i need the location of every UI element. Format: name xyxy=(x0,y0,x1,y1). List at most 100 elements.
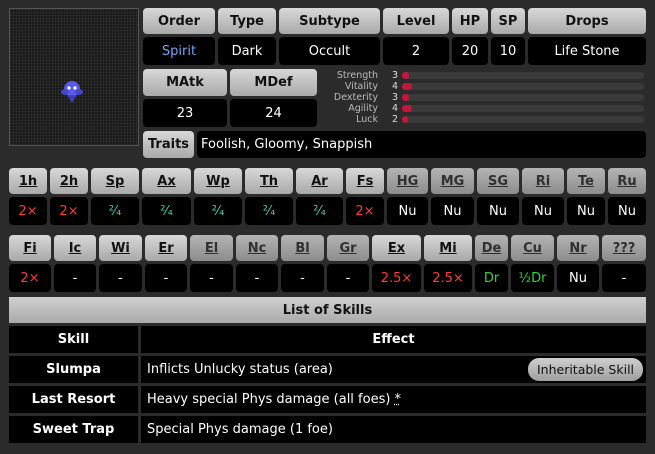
affinity-value-er: - xyxy=(145,264,187,292)
inheritable-skill-badge[interactable]: Inheritable Skill xyxy=(528,358,643,381)
stat-row-agility: Agility 4 xyxy=(322,103,646,114)
affinity-value-th: ²⁄₄ xyxy=(245,197,293,225)
matk-value: 23 xyxy=(143,99,227,127)
affinity-key-ax[interactable]: Ax xyxy=(142,168,191,194)
stat-bar-fill xyxy=(402,105,412,112)
affinity-key-wp[interactable]: Wp xyxy=(194,168,242,194)
affinity-key-fs[interactable]: Fs xyxy=(346,168,384,194)
stat-row-vitality: Vitality 4 xyxy=(322,81,646,92)
affinity-key-fi[interactable]: Fi xyxy=(9,235,51,261)
drops-value: Life Stone xyxy=(528,37,646,65)
drops-header: Drops xyxy=(528,8,646,34)
stat-value: 3 xyxy=(392,92,399,103)
demon-portrait xyxy=(9,8,139,146)
skill-name-slumpa: Slumpa xyxy=(9,356,138,383)
affinity-value-nr: Nu xyxy=(557,264,599,292)
skill-name-sweet-trap: Sweet Trap xyxy=(9,416,138,443)
affinity-value-bl: - xyxy=(281,264,324,292)
affinity-key-mg[interactable]: MG xyxy=(431,168,474,194)
affinity-key-hg[interactable]: HG xyxy=(387,168,428,194)
affinity-key-2h[interactable]: 2h xyxy=(50,168,88,194)
affinity-key-te[interactable]: Te xyxy=(567,168,605,194)
affinity-key-nc[interactable]: Nc xyxy=(236,235,278,261)
subtype-header: Subtype xyxy=(279,8,380,34)
affinity-value-ar: ²⁄₄ xyxy=(296,197,343,225)
skill-effect-text: Inflicts Unlucky status (area) xyxy=(147,362,333,377)
stat-bar xyxy=(402,83,644,90)
affinity-value-2h: 2× xyxy=(50,197,88,225)
stat-bar-fill xyxy=(402,94,410,101)
skill-note-marker[interactable]: * xyxy=(394,392,401,407)
affinity-value-ic: - xyxy=(54,264,96,292)
affinity-key-de[interactable]: De xyxy=(475,235,508,261)
affinity-value-wi: - xyxy=(99,264,142,292)
affinity-value-wp: ²⁄₄ xyxy=(194,197,242,225)
affinity-key-mi[interactable]: Mi xyxy=(424,235,472,261)
affinity-key-qqq[interactable]: ??? xyxy=(602,235,646,261)
affinity-value-ru: Nu xyxy=(608,197,646,225)
stat-bar-fill xyxy=(402,72,410,79)
affinity-value-mg: Nu xyxy=(431,197,474,225)
affinity-value-qqq: - xyxy=(602,264,646,292)
skill-effect-text: Heavy special Phys damage (all foes) xyxy=(147,392,391,407)
affinity-value-mi: 2.5× xyxy=(424,264,472,292)
stat-row-dexterity: Dexterity 3 xyxy=(322,92,646,103)
effect-column-header: Effect xyxy=(141,326,646,353)
type-value: Dark xyxy=(218,37,276,65)
stat-name: Luck xyxy=(356,114,378,125)
affinity-value-el: - xyxy=(190,264,233,292)
affinity-key-cu[interactable]: Cu xyxy=(511,235,554,261)
stat-value: 2 xyxy=(392,114,399,125)
affinity-key-ic[interactable]: Ic xyxy=(54,235,96,261)
affinity-key-er[interactable]: Er xyxy=(145,235,187,261)
affinity-key-ru[interactable]: Ru xyxy=(608,168,646,194)
affinity-key-ri[interactable]: Ri xyxy=(522,168,564,194)
affinity-value-de: Dr xyxy=(475,264,508,292)
stat-bar-fill xyxy=(402,116,408,123)
affinity-key-wi[interactable]: Wi xyxy=(99,235,142,261)
skills-title: List of Skills xyxy=(9,297,646,323)
stat-bars: Strength 3 Vitality 4 Dexterity 3 Agility 4 Luck… xyxy=(322,70,646,126)
mdef-header: MDef xyxy=(230,69,317,96)
stat-row-luck: Luck 2 xyxy=(322,114,646,125)
affinity-key-sp[interactable]: Sp xyxy=(91,168,139,194)
stat-value: 3 xyxy=(392,70,399,81)
affinity-value-ri: Nu xyxy=(522,197,564,225)
stat-bar-fill xyxy=(402,83,412,90)
affinity-value-cu: ½Dr xyxy=(511,264,554,292)
affinity-value-te: Nu xyxy=(567,197,605,225)
skill-column-header: Skill xyxy=(9,326,138,353)
hp-value: 20 xyxy=(452,37,488,65)
affinity-key-nr[interactable]: Nr xyxy=(557,235,599,261)
affinity-key-ar[interactable]: Ar xyxy=(296,168,343,194)
order-value-link[interactable]: Spirit xyxy=(143,37,215,65)
subtype-value: Occult xyxy=(279,37,380,65)
order-header: Order xyxy=(143,8,215,34)
level-value: 2 xyxy=(383,37,449,65)
stat-bar xyxy=(402,72,644,79)
stat-value: 4 xyxy=(392,81,399,92)
stat-bar xyxy=(402,105,644,112)
affinity-key-el[interactable]: El xyxy=(190,235,233,261)
stat-value: 4 xyxy=(392,103,399,114)
stat-bar xyxy=(402,116,644,123)
affinity-value-fs: 2× xyxy=(346,197,384,225)
affinity-key-gr[interactable]: Gr xyxy=(327,235,369,261)
stat-name: Vitality xyxy=(344,81,378,92)
affinity-key-th[interactable]: Th xyxy=(245,168,293,194)
affinity-key-ex[interactable]: Ex xyxy=(372,235,421,261)
affinity-key-1h[interactable]: 1h xyxy=(9,168,47,194)
matk-header: MAtk xyxy=(143,69,227,96)
affinity-value-ax: ²⁄₄ xyxy=(142,197,191,225)
stat-row-strength: Strength 3 xyxy=(322,70,646,81)
affinity-key-sg[interactable]: SG xyxy=(477,168,519,194)
affinity-value-sp: ²⁄₄ xyxy=(91,197,139,225)
traits-header: Traits xyxy=(143,131,194,158)
demon-sprite-icon xyxy=(61,81,83,103)
affinity-value-ex: 2.5× xyxy=(372,264,421,292)
type-header: Type xyxy=(218,8,276,34)
affinity-value-fi: 2× xyxy=(9,264,51,292)
stat-name: Strength xyxy=(336,70,378,81)
sp-value: 10 xyxy=(491,37,525,65)
affinity-key-bl[interactable]: Bl xyxy=(281,235,324,261)
